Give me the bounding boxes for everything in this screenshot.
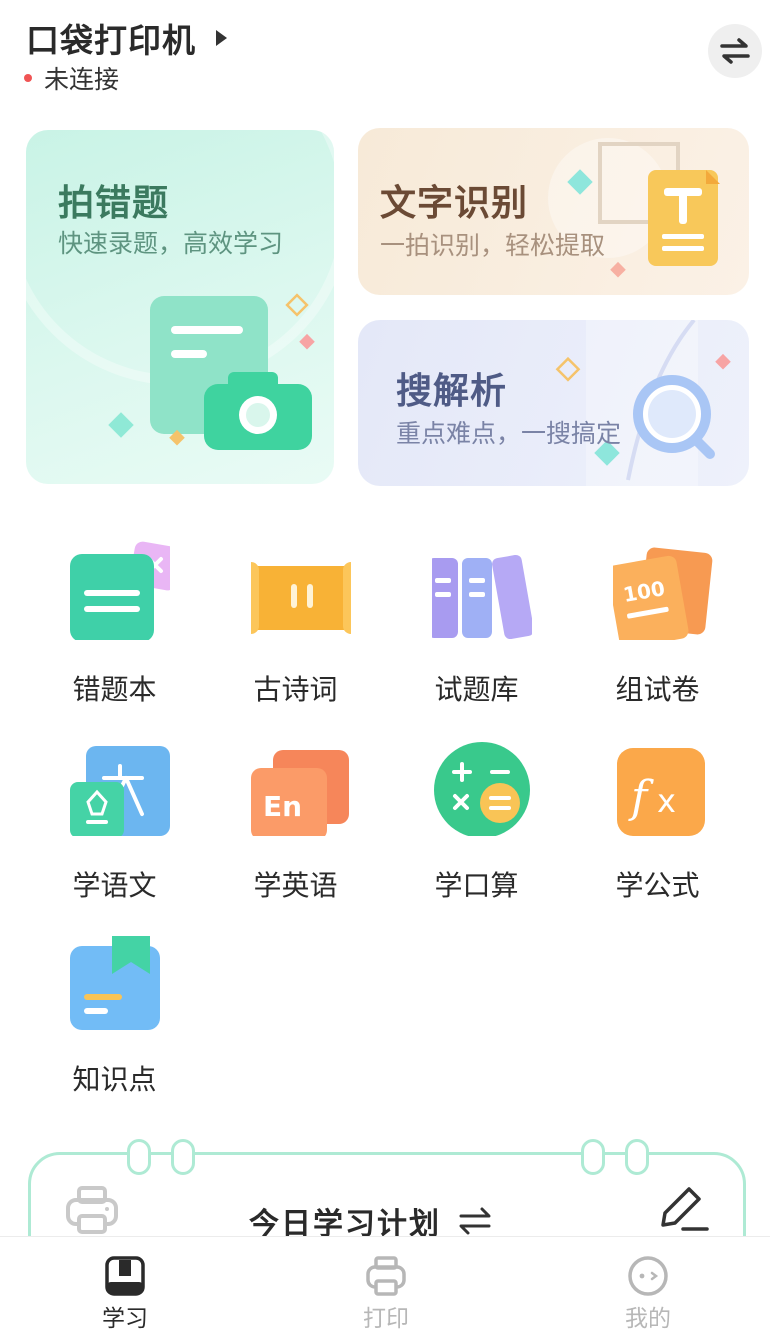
calculator-icon: [434, 742, 530, 836]
formula-icon: f x: [617, 748, 705, 836]
nav-label: 打印: [363, 1306, 409, 1332]
grid-item-wrong-notebook[interactable]: 错题本: [24, 530, 205, 710]
status-text: 未连接: [44, 65, 120, 94]
text-recognition-card[interactable]: 文字识别 一拍识别，轻松提取: [358, 128, 749, 295]
grid-label: 学英语: [253, 869, 338, 902]
grid-label: 试题库: [434, 673, 519, 706]
swap-arrows-icon: [720, 38, 750, 64]
svg-text:x: x: [657, 782, 676, 820]
nav-tab-print[interactable]: 打印: [306, 1237, 466, 1334]
edit-pencil-icon[interactable]: [657, 1183, 711, 1235]
wrong-question-card[interactable]: 拍错题 快速录题，高效学习: [26, 130, 334, 484]
search-analysis-card[interactable]: 搜解析 重点难点，一搜搞定: [358, 320, 749, 486]
binder-ring: [581, 1139, 605, 1175]
status-dot-icon: [24, 74, 32, 82]
bottom-nav: 学习 打印 我的: [0, 1236, 770, 1334]
connection-status: 未连接: [24, 60, 119, 96]
grid-item-formula[interactable]: f x 学公式: [567, 726, 748, 906]
svg-text:En: En: [263, 790, 302, 823]
card-title: 文字识别: [380, 183, 529, 224]
printer-icon: [366, 1256, 406, 1296]
grid-label: 组试卷: [615, 673, 700, 706]
grid-label: 错题本: [72, 673, 157, 706]
switch-button[interactable]: [708, 24, 762, 78]
scroll-icon: [251, 562, 351, 634]
grid-label: 学口算: [434, 869, 519, 902]
chinese-icon: [70, 746, 170, 836]
grid-item-english[interactable]: En 学英语: [205, 726, 386, 906]
binder-ring: [625, 1139, 649, 1175]
grid-item-mental-math[interactable]: 学口算: [386, 726, 567, 906]
grid-item-poetry[interactable]: 古诗词: [205, 530, 386, 710]
book-icon: [105, 1256, 145, 1296]
caret-right-icon: [216, 30, 227, 46]
wrong-notebook-icon: [70, 541, 170, 640]
card-subtitle: 一拍识别，轻松提取: [380, 231, 606, 260]
nav-tab-study[interactable]: 学习: [45, 1237, 205, 1334]
grid-item-chinese[interactable]: 学语文: [24, 726, 205, 906]
card-subtitle: 快速录题，高效学习: [58, 229, 284, 258]
grid-label: 知识点: [72, 1063, 157, 1096]
card-title: 拍错题: [58, 183, 170, 224]
english-icon: En: [251, 750, 349, 836]
face-icon: [628, 1256, 668, 1296]
header: 口袋打印机 未连接: [0, 0, 770, 110]
grid-item-question-bank[interactable]: 试题库: [386, 530, 567, 710]
card-title: 搜解析: [396, 371, 508, 412]
device-title: 口袋打印机: [26, 21, 196, 60]
swap-arrows-icon: [459, 1207, 491, 1235]
binder-ring: [171, 1139, 195, 1175]
books-icon: [432, 554, 532, 640]
grid-item-test-paper[interactable]: 100 组试卷: [567, 530, 748, 710]
printer-icon[interactable]: [65, 1185, 119, 1235]
nav-label: 我的: [625, 1306, 671, 1332]
grid-label: 古诗词: [253, 673, 338, 706]
card-subtitle: 重点难点，一搜搞定: [396, 419, 622, 448]
nav-tab-mine[interactable]: 我的: [568, 1237, 728, 1334]
binder-ring: [127, 1139, 151, 1175]
bookmark-icon: [70, 936, 160, 1030]
device-selector[interactable]: 口袋打印机: [26, 14, 227, 62]
grid-label: 学语文: [72, 869, 157, 902]
test-paper-icon: 100: [613, 547, 713, 640]
grid-item-knowledge-points[interactable]: 知识点: [24, 920, 205, 1100]
grid-label: 学公式: [615, 869, 700, 902]
nav-label: 学习: [102, 1306, 148, 1332]
